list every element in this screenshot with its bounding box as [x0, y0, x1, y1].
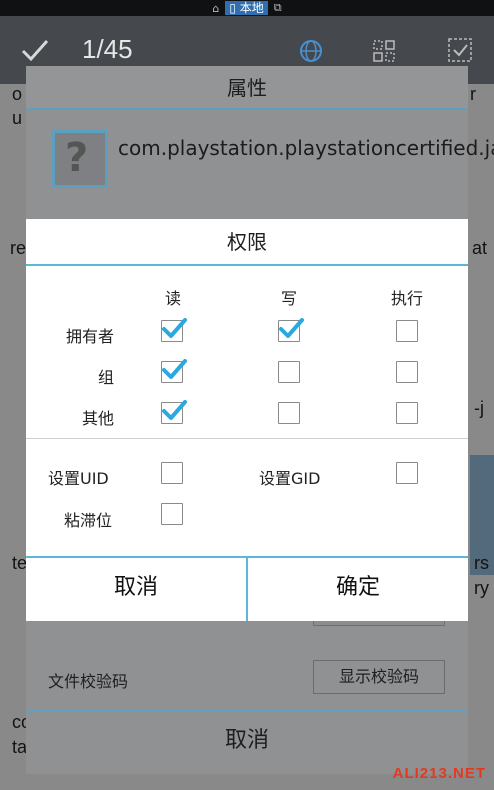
check-icon: [162, 359, 187, 379]
permission-checkbox-read[interactable]: [161, 318, 187, 342]
permissions-title: 权限: [26, 219, 468, 266]
permission-checkbox-write[interactable]: [278, 318, 304, 342]
checkmark-icon[interactable]: [20, 36, 50, 64]
select-range-icon[interactable]: [371, 38, 397, 64]
column-execute: 执行: [390, 289, 423, 308]
check-icon: [162, 318, 187, 338]
divider: [26, 438, 468, 439]
column-read: 读: [164, 289, 181, 308]
row-label-owner: 拥有者: [65, 327, 114, 346]
select-all-icon[interactable]: [446, 36, 474, 64]
status-bar: ⌂ ▯ 本地 ⧉: [0, 0, 494, 16]
permissions-dialog: 权限 读 写 执行 拥有者 组 其他 设置UID 设置GID 粘滞位 取消 确定: [26, 219, 468, 621]
setuid-label: 设置UID: [48, 469, 109, 488]
permission-checkbox-execute[interactable]: [396, 320, 418, 342]
selection-counter: 1/45: [82, 34, 133, 64]
dialog-button-bar: 取消 确定: [26, 556, 468, 621]
column-write: 写: [280, 289, 297, 308]
show-checksum-button[interactable]: 显示校验码: [313, 660, 445, 694]
cancel-button[interactable]: 取消: [26, 558, 246, 621]
checksum-label: 文件校验码: [48, 672, 129, 691]
unknown-file-icon: ?: [52, 130, 108, 188]
globe-icon[interactable]: [298, 38, 324, 64]
sticky-checkbox[interactable]: [161, 503, 183, 525]
home-icon: ⌂: [212, 1, 220, 15]
watermark: ALI213.NET: [392, 765, 486, 782]
check-icon: [279, 318, 304, 338]
permission-checkbox-read[interactable]: [161, 400, 187, 424]
sticky-label: 粘滞位: [64, 511, 113, 530]
permission-checkbox-write[interactable]: [278, 402, 300, 424]
ok-button[interactable]: 确定: [246, 558, 468, 621]
setgid-checkbox[interactable]: [396, 462, 418, 484]
setgid-label: 设置GID: [259, 469, 321, 488]
permission-checkbox-execute[interactable]: [396, 402, 418, 424]
storage-indicator: ▯ 本地: [225, 1, 268, 15]
setuid-checkbox[interactable]: [161, 462, 183, 484]
permission-checkbox-read[interactable]: [161, 359, 187, 383]
storage-label: 本地: [239, 1, 264, 15]
copy-icon: ⧉: [273, 1, 282, 14]
permission-checkbox-execute[interactable]: [396, 361, 418, 383]
permission-checkbox-write[interactable]: [278, 361, 300, 383]
row-label-group: 组: [97, 368, 114, 387]
file-name: com.playstation.playstationcertified.jar: [118, 136, 494, 160]
row-label-others: 其他: [81, 409, 114, 428]
check-icon: [162, 400, 187, 420]
properties-title: 属性: [26, 66, 468, 110]
phone-icon: ▯: [229, 1, 236, 15]
